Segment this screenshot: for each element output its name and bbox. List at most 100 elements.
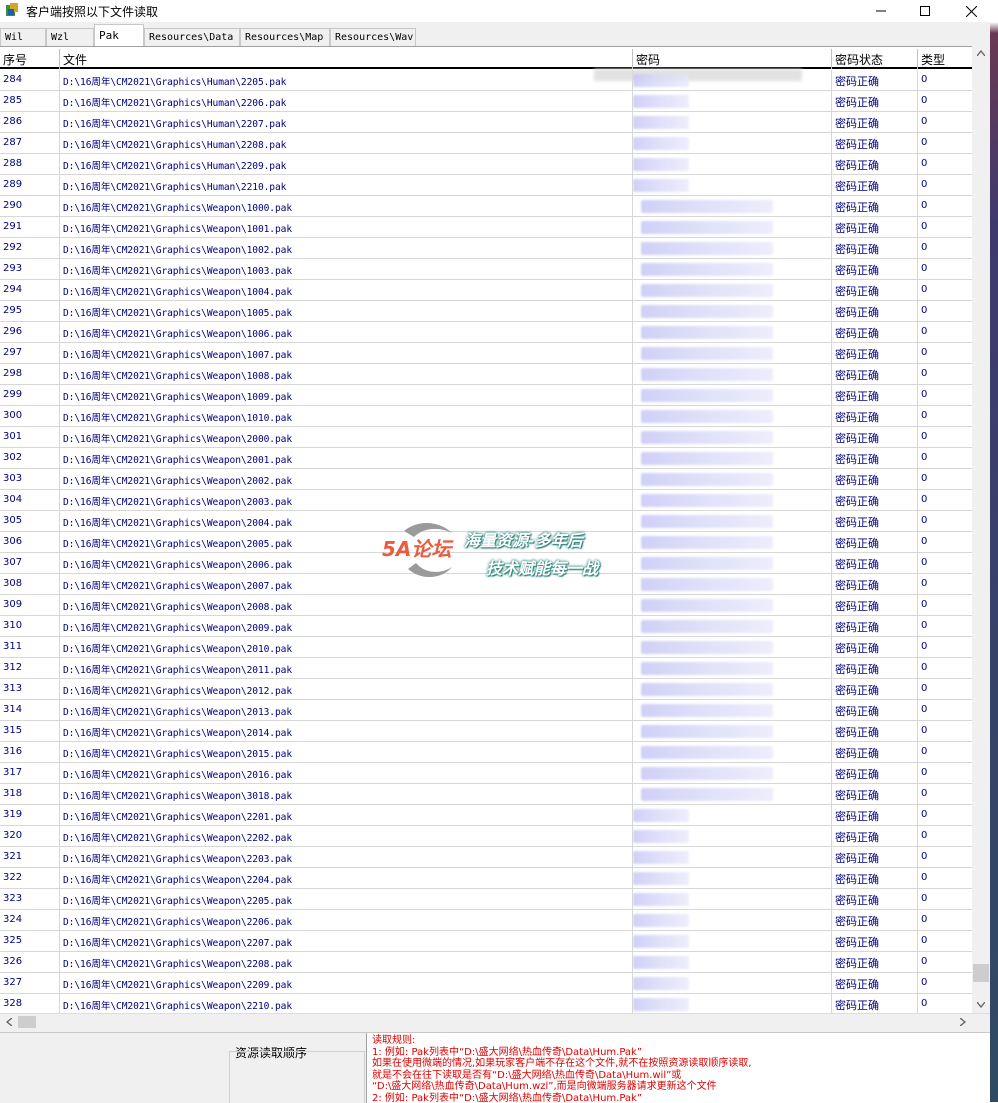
row-index[interactable]: 308	[0, 574, 60, 595]
row-status[interactable]: 密码正确	[832, 511, 918, 532]
row-password[interactable]	[633, 721, 832, 742]
table-row[interactable]: 288D:\16周年\CM2021\Graphics\Human\2209.pa…	[0, 154, 972, 175]
row-index[interactable]: 296	[0, 322, 60, 343]
table-row[interactable]: 292D:\16周年\CM2021\Graphics\Weapon\1002.p…	[0, 238, 972, 259]
row-file[interactable]: D:\16周年\CM2021\Graphics\Weapon\2208.pak	[60, 952, 633, 973]
row-index[interactable]: 293	[0, 259, 60, 280]
row-type[interactable]: 0	[918, 994, 972, 1015]
row-status[interactable]: 密码正确	[832, 826, 918, 847]
row-index[interactable]: 311	[0, 637, 60, 658]
row-password[interactable]	[633, 763, 832, 784]
row-status[interactable]: 密码正确	[832, 322, 918, 343]
row-type[interactable]: 0	[918, 133, 972, 154]
row-type[interactable]: 0	[918, 574, 972, 595]
horizontal-scrollbar[interactable]	[0, 1013, 990, 1030]
row-index[interactable]: 317	[0, 763, 60, 784]
table-row[interactable]: 290D:\16周年\CM2021\Graphics\Weapon\1000.p…	[0, 196, 972, 217]
scroll-thumb[interactable]	[973, 964, 989, 982]
row-type[interactable]: 0	[918, 385, 972, 406]
row-index[interactable]: 324	[0, 910, 60, 931]
row-status[interactable]: 密码正确	[832, 196, 918, 217]
row-index[interactable]: 327	[0, 973, 60, 994]
row-password[interactable]	[633, 154, 832, 175]
row-password[interactable]	[633, 532, 832, 553]
table-row[interactable]: 321D:\16周年\CM2021\Graphics\Weapon\2203.p…	[0, 847, 972, 868]
row-type[interactable]: 0	[918, 805, 972, 826]
row-index[interactable]: 286	[0, 112, 60, 133]
row-type[interactable]: 0	[918, 847, 972, 868]
row-index[interactable]: 309	[0, 595, 60, 616]
row-status[interactable]: 密码正确	[832, 217, 918, 238]
row-password[interactable]	[633, 700, 832, 721]
scroll-down-icon[interactable]	[977, 1002, 985, 1008]
row-status[interactable]: 密码正确	[832, 616, 918, 637]
hscroll-thumb[interactable]	[18, 1016, 36, 1028]
row-index[interactable]: 306	[0, 532, 60, 553]
row-password[interactable]	[633, 931, 832, 952]
file-grid[interactable]: 序号 文件 密码 密码状态 类型 284D:\16周年\CM2021\Graph…	[0, 46, 972, 1016]
maximize-button[interactable]	[902, 0, 948, 22]
table-row[interactable]: 311D:\16周年\CM2021\Graphics\Weapon\2010.p…	[0, 637, 972, 658]
row-file[interactable]: D:\16周年\CM2021\Graphics\Human\2207.pak	[60, 112, 633, 133]
row-status[interactable]: 密码正确	[832, 112, 918, 133]
row-index[interactable]: 303	[0, 469, 60, 490]
row-status[interactable]: 密码正确	[832, 784, 918, 805]
row-type[interactable]: 0	[918, 154, 972, 175]
table-row[interactable]: 316D:\16周年\CM2021\Graphics\Weapon\2015.p…	[0, 742, 972, 763]
row-file[interactable]: D:\16周年\CM2021\Graphics\Weapon\2013.pak	[60, 700, 633, 721]
row-file[interactable]: D:\16周年\CM2021\Graphics\Weapon\2009.pak	[60, 616, 633, 637]
column-header-file[interactable]: 文件	[60, 49, 633, 69]
row-password[interactable]	[633, 343, 832, 364]
row-password[interactable]	[633, 910, 832, 931]
row-password[interactable]	[633, 994, 832, 1015]
row-index[interactable]: 300	[0, 406, 60, 427]
row-file[interactable]: D:\16周年\CM2021\Graphics\Weapon\2207.pak	[60, 931, 633, 952]
resource-order-list[interactable]	[229, 1051, 365, 1103]
row-password[interactable]	[633, 301, 832, 322]
row-file[interactable]: D:\16周年\CM2021\Graphics\Weapon\1008.pak	[60, 364, 633, 385]
table-row[interactable]: 303D:\16周年\CM2021\Graphics\Weapon\2002.p…	[0, 469, 972, 490]
row-status[interactable]: 密码正确	[832, 742, 918, 763]
row-status[interactable]: 密码正确	[832, 532, 918, 553]
row-type[interactable]: 0	[918, 826, 972, 847]
row-password[interactable]	[633, 196, 832, 217]
table-row[interactable]: 305D:\16周年\CM2021\Graphics\Weapon\2004.p…	[0, 511, 972, 532]
row-file[interactable]: D:\16周年\CM2021\Graphics\Weapon\2210.pak	[60, 994, 633, 1015]
row-index[interactable]: 319	[0, 805, 60, 826]
row-file[interactable]: D:\16周年\CM2021\Graphics\Weapon\1004.pak	[60, 280, 633, 301]
column-header-status[interactable]: 密码状态	[832, 49, 918, 69]
table-row[interactable]: 322D:\16周年\CM2021\Graphics\Weapon\2204.p…	[0, 868, 972, 889]
row-file[interactable]: D:\16周年\CM2021\Graphics\Weapon\2014.pak	[60, 721, 633, 742]
row-file[interactable]: D:\16周年\CM2021\Graphics\Human\2208.pak	[60, 133, 633, 154]
minimize-button[interactable]	[858, 0, 904, 22]
row-password[interactable]	[633, 175, 832, 196]
row-file[interactable]: D:\16周年\CM2021\Graphics\Weapon\2006.pak	[60, 553, 633, 574]
table-row[interactable]: 284D:\16周年\CM2021\Graphics\Human\2205.pa…	[0, 70, 972, 91]
row-type[interactable]: 0	[918, 91, 972, 112]
row-password[interactable]	[633, 679, 832, 700]
row-index[interactable]: 290	[0, 196, 60, 217]
table-row[interactable]: 327D:\16周年\CM2021\Graphics\Weapon\2209.p…	[0, 973, 972, 994]
row-status[interactable]: 密码正确	[832, 679, 918, 700]
column-header-index[interactable]: 序号	[0, 49, 60, 69]
table-row[interactable]: 326D:\16周年\CM2021\Graphics\Weapon\2208.p…	[0, 952, 972, 973]
row-status[interactable]: 密码正确	[832, 847, 918, 868]
row-index[interactable]: 285	[0, 91, 60, 112]
row-password[interactable]	[633, 595, 832, 616]
row-status[interactable]: 密码正确	[832, 637, 918, 658]
row-password[interactable]	[633, 826, 832, 847]
row-type[interactable]: 0	[918, 952, 972, 973]
table-row[interactable]: 310D:\16周年\CM2021\Graphics\Weapon\2009.p…	[0, 616, 972, 637]
row-status[interactable]: 密码正确	[832, 595, 918, 616]
row-type[interactable]: 0	[918, 469, 972, 490]
row-index[interactable]: 322	[0, 868, 60, 889]
row-password[interactable]	[633, 238, 832, 259]
row-password[interactable]	[633, 427, 832, 448]
row-status[interactable]: 密码正确	[832, 343, 918, 364]
table-row[interactable]: 318D:\16周年\CM2021\Graphics\Weapon\3018.p…	[0, 784, 972, 805]
row-file[interactable]: D:\16周年\CM2021\Graphics\Weapon\1002.pak	[60, 238, 633, 259]
row-type[interactable]: 0	[918, 259, 972, 280]
table-row[interactable]: 293D:\16周年\CM2021\Graphics\Weapon\1003.p…	[0, 259, 972, 280]
table-row[interactable]: 319D:\16周年\CM2021\Graphics\Weapon\2201.p…	[0, 805, 972, 826]
table-row[interactable]: 328D:\16周年\CM2021\Graphics\Weapon\2210.p…	[0, 994, 972, 1015]
